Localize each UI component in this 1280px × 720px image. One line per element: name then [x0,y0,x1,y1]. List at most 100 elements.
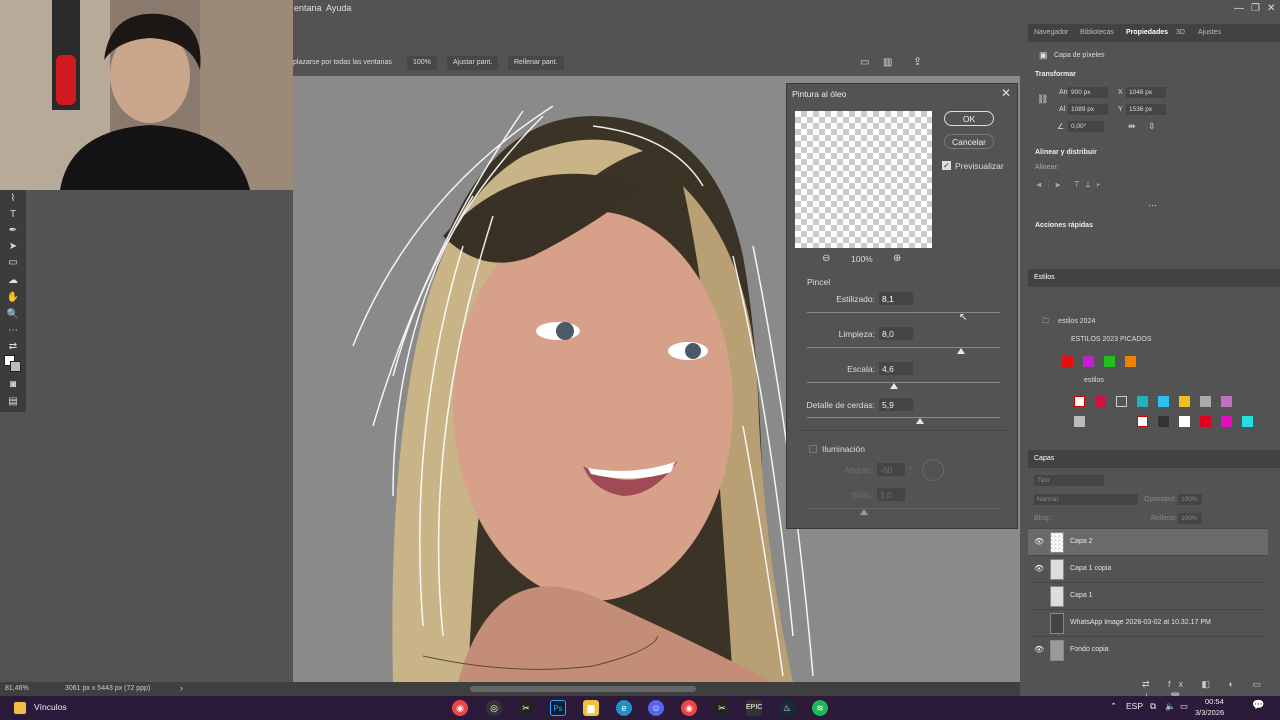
fill-screen-button[interactable]: Rellenar pant. [508,56,564,70]
obs-icon[interactable]: ◎ [486,700,502,716]
tray-chevron-icon[interactable]: ⌃ [1110,701,1117,712]
style-swatch-cyan[interactable] [1158,396,1169,407]
minimize-icon[interactable]: — [1234,3,1244,14]
style-swatch-lilac[interactable] [1221,396,1232,407]
lighting-checkbox[interactable] [809,445,817,453]
capcut-icon-2[interactable]: ✂ [714,700,730,716]
scale-slider[interactable] [807,382,1000,383]
chevron-right-icon[interactable]: › [180,683,183,693]
layer-row[interactable]: Capa 1 [1028,582,1268,609]
tab-capas[interactable]: Capas [1034,455,1054,462]
zoom-tool-icon[interactable]: 🔍 [6,308,20,322]
volume-icon[interactable]: 🔈 [1165,701,1176,712]
style-swatch-black[interactable] [1158,416,1169,427]
chrome-icon-2[interactable]: ◉ [681,700,697,716]
tab-propiedades[interactable]: Propiedades [1126,29,1168,36]
arrange-icon[interactable]: ▥ [883,57,892,68]
style-swatch-white[interactable] [1179,416,1190,427]
style-swatch-red-2[interactable] [1200,416,1211,427]
fit-screen-button[interactable]: Ajustar pant. [447,56,499,70]
hand-tool-icon[interactable]: ✋ [6,291,20,305]
fill-input[interactable]: 100% [1178,513,1202,524]
layer-row[interactable]: 👁 Capa 1 copia [1028,555,1268,582]
scroll-all-windows-checkbox[interactable]: plazarse por todas las ventanas [293,59,392,66]
close-icon[interactable]: ✕ [1001,86,1011,100]
type-tool-icon[interactable]: T [6,208,20,222]
cleanliness-slider[interactable] [807,347,1000,348]
menu-ayuda[interactable]: Ayuda [326,3,351,13]
visibility-eye-icon[interactable]: 👁 [1034,645,1044,654]
style-swatch-gray[interactable] [1074,416,1085,427]
style-swatch-gold[interactable] [1179,396,1190,407]
blend-mode-select[interactable]: Normal [1034,494,1138,505]
style-group-3[interactable]: estilos [1084,377,1104,384]
style-swatch-green[interactable] [1104,356,1115,367]
style-swatch-pink[interactable] [1221,416,1232,427]
filter-preview[interactable] [795,111,932,248]
style-swatch-teal[interactable] [1137,396,1148,407]
ok-button[interactable]: OK [944,111,994,126]
scale-slider-thumb[interactable] [890,383,898,389]
epic-games-icon[interactable]: EPIC [746,700,762,716]
links-label[interactable]: Vínculos [34,702,67,712]
capcut-icon[interactable]: ✂ [518,700,534,716]
flip-horizontal-icon[interactable]: ⇹ [1128,121,1136,132]
tab-ajustes[interactable]: Ajustes [1198,29,1221,36]
clock-time[interactable]: 00:54 [1205,697,1224,706]
style-swatch-magenta[interactable] [1095,396,1106,407]
links-folder-icon[interactable] [14,702,26,714]
layer-filter-input[interactable]: Tipo [1034,475,1104,486]
more-tools-icon[interactable]: ⋯ [6,324,20,338]
style-swatch-purple[interactable] [1083,356,1094,367]
tab-navegador[interactable]: Navegador [1034,29,1068,36]
style-group-1[interactable]: estilos 2024 [1058,318,1095,325]
lasso-tool-icon[interactable]: ⌇ [6,192,20,206]
visibility-eye-icon[interactable]: 👁 [1034,564,1044,573]
style-swatch-red[interactable] [1062,356,1073,367]
screen-mode-icon[interactable]: ▤ [6,395,20,409]
link-icon[interactable]: ⛓ [1037,94,1048,105]
stylization-slider[interactable] [807,312,1000,313]
transform-heading[interactable]: Transformar [1035,71,1076,78]
menu-ventana[interactable]: entana [294,3,322,13]
x-input[interactable]: 1048 px [1126,87,1166,98]
bristle-detail-slider-thumb[interactable] [916,418,924,424]
swap-colors-icon[interactable]: ⇄ [6,340,20,354]
more-options-icon[interactable]: ⋯ [1148,200,1157,211]
horizontal-scrollbar[interactable] [470,686,696,692]
network-icon[interactable]: ⧉ [1150,701,1156,712]
style-swatch-outline[interactable] [1116,396,1127,407]
share-icon[interactable]: ⇪ [913,55,922,68]
spotify-icon[interactable]: ≋ [812,700,828,716]
pen-tool-icon[interactable]: ✒ [6,224,20,238]
edge-icon[interactable]: e [616,700,632,716]
y-input[interactable]: 1536 px [1126,104,1166,115]
style-swatch-aqua[interactable] [1242,416,1253,427]
style-swatch-none[interactable] [1074,396,1085,407]
photoshop-icon[interactable]: Ps [550,700,566,716]
zoom-in-icon[interactable]: ⊕ [893,253,901,264]
zoom-out-icon[interactable]: ⊖ [822,253,830,264]
height-input[interactable]: 1089 px [1068,104,1108,115]
flip-vertical-icon[interactable]: ⇳ [1148,121,1156,132]
cleanliness-input[interactable]: 8,0 [879,327,913,340]
style-swatch-none-2[interactable] [1137,416,1148,427]
battery-icon[interactable]: ▭ [1180,701,1188,712]
layer-row[interactable]: 👁 Capa 2 [1028,528,1268,555]
layer-row[interactable]: WhatsApp Image 2026-03-02 at 10.32.17 PM [1028,609,1268,636]
clock-date[interactable]: 3/3/2026 [1195,708,1224,717]
style-swatch-silver[interactable] [1200,396,1211,407]
quick-actions-heading[interactable]: Acciones rápidas [1035,222,1093,229]
language-label[interactable]: ESP [1126,701,1143,711]
zoom-level[interactable]: 81,46% [5,685,29,692]
steam-icon[interactable]: ♨ [779,700,795,716]
opacity-input[interactable]: 100% [1178,494,1202,505]
quick-mask-icon[interactable]: ◙ [6,378,20,392]
style-swatch-orange[interactable] [1125,356,1136,367]
style-group-2[interactable]: ESTILOS 2023 PICADOS [1071,336,1152,343]
tab-bibliotecas[interactable]: Bibliotecas [1080,29,1114,36]
cloud-shape-icon[interactable]: ☁ [6,274,20,288]
rotation-input[interactable]: 0,00° [1068,121,1104,132]
align-heading[interactable]: Alinear y distribuir [1035,149,1097,156]
layer-row[interactable]: 👁 Fondo copia [1028,636,1268,663]
